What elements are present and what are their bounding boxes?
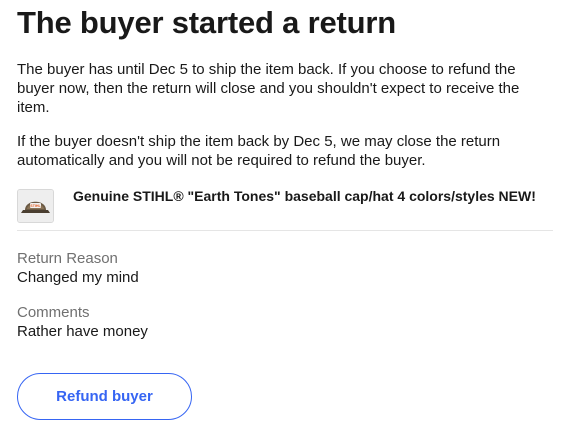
page-title: The buyer started a return bbox=[17, 5, 396, 40]
comments-label: Comments bbox=[17, 304, 90, 321]
return-reason-value: Changed my mind bbox=[17, 269, 139, 286]
item-title-link[interactable]: Genuine STIHL® "Earth Tones" baseball ca… bbox=[73, 187, 536, 205]
section-divider bbox=[17, 230, 553, 231]
item-summary[interactable]: STIHL Genuine STIHL® "Earth Tones" baseb… bbox=[17, 183, 553, 223]
item-thumbnail[interactable]: STIHL bbox=[17, 189, 54, 223]
comments-value: Rather have money bbox=[17, 323, 148, 340]
return-reason-label: Return Reason bbox=[17, 250, 118, 267]
return-deadline-message: The buyer has until Dec 5 to ship the it… bbox=[17, 61, 520, 116]
thumbnail-brand-text: STIHL bbox=[30, 204, 41, 208]
refund-buyer-button[interactable]: Refund buyer bbox=[17, 373, 192, 420]
baseball-cap-image: STIHL bbox=[18, 190, 53, 222]
auto-close-message: If the buyer doesn't ship the item back … bbox=[17, 133, 501, 169]
